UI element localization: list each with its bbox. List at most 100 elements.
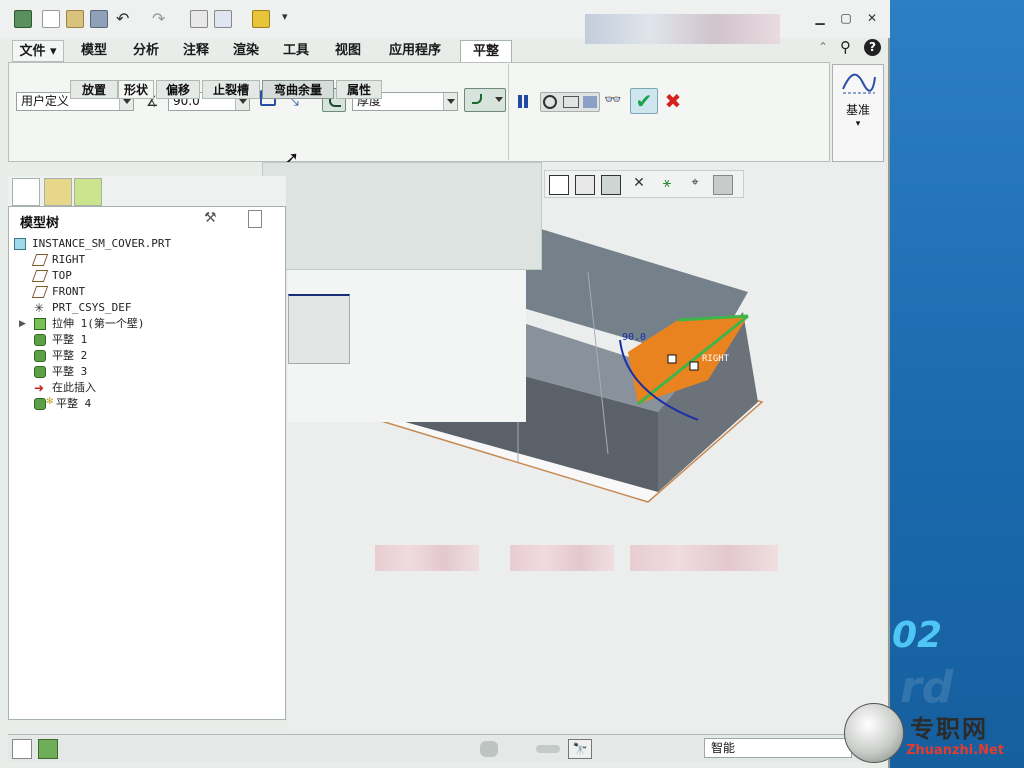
logo-url: Zhuanzhi.Net <box>906 743 1005 758</box>
angle-dimension-label[interactable]: 90.0 <box>622 332 646 343</box>
show-navigator-icon[interactable] <box>12 739 32 759</box>
tab-applications[interactable]: 应用程序 <box>380 40 450 62</box>
maximize-button[interactable]: ▢ <box>838 10 854 26</box>
subtab-placement[interactable]: 放置 <box>70 80 118 99</box>
favorites-tab-icon[interactable] <box>74 178 102 206</box>
datum-label: 基准 <box>845 103 870 117</box>
model-tree-item[interactable]: 平整 1 <box>52 333 87 347</box>
ribbon-divider <box>508 64 509 160</box>
redo-icon[interactable]: ↷ <box>152 10 170 28</box>
navigator-tabs <box>8 176 286 208</box>
tree-settings-icon[interactable]: ⚒ <box>204 210 222 228</box>
model-tree-item[interactable]: 在此插入 <box>52 381 96 395</box>
spin-center-icon[interactable]: ⌖ <box>685 175 705 195</box>
undo-icon[interactable]: ↶ <box>116 10 134 28</box>
part-icon <box>14 238 26 250</box>
flat-wall-icon <box>34 366 46 378</box>
model-tree-item[interactable]: PRT_CSYS_DEF <box>52 301 131 315</box>
radius-dimension-icon[interactable] <box>464 88 506 112</box>
regen-status-icon <box>480 741 498 757</box>
customize-toolbar-icon[interactable]: ▾ <box>282 10 300 28</box>
tab-flat[interactable]: 平整 <box>460 40 512 62</box>
subtab-offset[interactable]: 偏移 <box>156 80 200 99</box>
cancel-x-icon[interactable]: ✖ <box>662 90 684 112</box>
model-tree-title: 模型树 <box>20 216 60 231</box>
desktop-text: 02 <box>892 615 943 656</box>
close-folder-icon[interactable] <box>252 10 270 28</box>
open-folder-icon[interactable] <box>66 10 84 28</box>
tab-annotate[interactable]: 注释 <box>174 40 218 62</box>
perspective-icon[interactable] <box>713 175 733 195</box>
flat-wall-icon <box>34 334 46 346</box>
new-feature-icon: ✻ <box>46 397 54 407</box>
datum-group[interactable]: 基准 ▾ <box>832 64 884 162</box>
datum-display-icon[interactable]: ✕ <box>629 175 649 195</box>
view-manager-icon[interactable] <box>601 175 621 195</box>
model-tree-item[interactable]: 平整 2 <box>52 349 87 363</box>
csys-icon: ✳ <box>34 301 45 315</box>
show-browser-icon[interactable] <box>38 739 58 759</box>
model-tree-item[interactable]: TOP <box>52 269 72 283</box>
tab-analysis[interactable]: 分析 <box>124 40 168 62</box>
regenerate-icon[interactable] <box>190 10 208 28</box>
minimize-button[interactable]: ▁ <box>812 10 828 26</box>
blurred-caption-3 <box>630 545 778 571</box>
datum-curve-icon <box>842 73 876 94</box>
bend-allowance-panel <box>262 162 542 270</box>
selection-filter-select[interactable]: 智能 <box>704 738 852 758</box>
model-tree-panel <box>8 206 286 720</box>
tab-render[interactable]: 渲染 <box>224 40 268 62</box>
extrude-icon <box>34 318 46 330</box>
datum-dropdown-icon[interactable]: ▾ <box>833 119 883 129</box>
blurred-caption-1 <box>375 545 479 571</box>
insert-here-icon: ➜ <box>34 381 45 395</box>
ok-check-icon[interactable]: ✔ <box>630 88 658 114</box>
folder-browser-tab-icon[interactable] <box>44 178 72 206</box>
help-icon[interactable]: ? <box>864 39 881 56</box>
datum-plane-label: RIGHT <box>702 354 730 364</box>
logo-title: 专职网 <box>910 714 988 743</box>
flat-wall-icon <box>34 350 46 362</box>
model-tree-item[interactable]: RIGHT <box>52 253 85 267</box>
subtab-properties[interactable]: 属性 <box>336 80 382 99</box>
subtab-relief[interactable]: 止裂槽 <box>202 80 260 99</box>
save-icon[interactable] <box>90 10 108 28</box>
tab-tools[interactable]: 工具 <box>274 40 318 62</box>
pause-icon[interactable] <box>514 92 532 110</box>
graphics-toolbar: ✕ ⚹ ⌖ <box>544 170 744 198</box>
expand-arrow-icon[interactable]: ▶ <box>19 317 26 331</box>
display-style-icon[interactable] <box>549 175 569 195</box>
verify-glasses-icon[interactable]: 👓 <box>604 92 628 110</box>
model-tree-item[interactable]: 平整 4 <box>56 397 91 411</box>
close-button[interactable]: ✕ <box>864 10 880 26</box>
tab-file[interactable]: 文件 ▾ <box>12 40 64 62</box>
message-indicator-icon <box>536 745 560 753</box>
tree-columns-icon[interactable] <box>248 210 262 228</box>
collapse-ribbon-icon[interactable]: ⌃ <box>818 40 832 54</box>
annotation-display-icon[interactable]: ⚹ <box>657 175 677 195</box>
flat-wall-icon <box>34 398 46 410</box>
model-tree-item[interactable]: 平整 3 <box>52 365 87 379</box>
flat-wall-dashboard <box>8 62 830 162</box>
model-tree-item[interactable]: 拉伸 1(第一个壁) <box>52 317 145 331</box>
preview-options-icon[interactable] <box>540 92 600 112</box>
find-icon[interactable]: 🔭 <box>568 739 592 759</box>
application-window: ↶ ↷ ▾ ▁ ▢ ✕ 文件 ▾ 模型 分析 注释 渲染 工具 视图 应用程序 … <box>0 0 890 768</box>
tab-view[interactable]: 视图 <box>326 40 370 62</box>
saved-views-icon[interactable] <box>575 175 595 195</box>
search-icon[interactable]: ⚲ <box>840 38 858 56</box>
windows-icon[interactable] <box>214 10 232 28</box>
bend-allowance-panel-body <box>288 270 526 422</box>
subtab-bend-allowance[interactable]: 弯曲余量 <box>262 80 334 99</box>
site-logo: 专职网 Zhuanzhi.Net <box>842 703 1024 768</box>
subtab-shape[interactable]: 形状 <box>118 80 154 99</box>
model-tree-item[interactable]: FRONT <box>52 285 85 299</box>
selection-filter-value: 智能 <box>711 741 736 755</box>
model-tree-tab-icon[interactable] <box>12 178 40 206</box>
tab-model[interactable]: 模型 <box>72 40 116 62</box>
logo-ball-icon <box>844 703 904 763</box>
model-tree-item[interactable]: INSTANCE_SM_COVER.PRT <box>32 237 171 251</box>
blurred-caption-2 <box>510 545 614 571</box>
app-icon[interactable] <box>14 10 32 28</box>
new-file-icon[interactable] <box>42 10 60 28</box>
